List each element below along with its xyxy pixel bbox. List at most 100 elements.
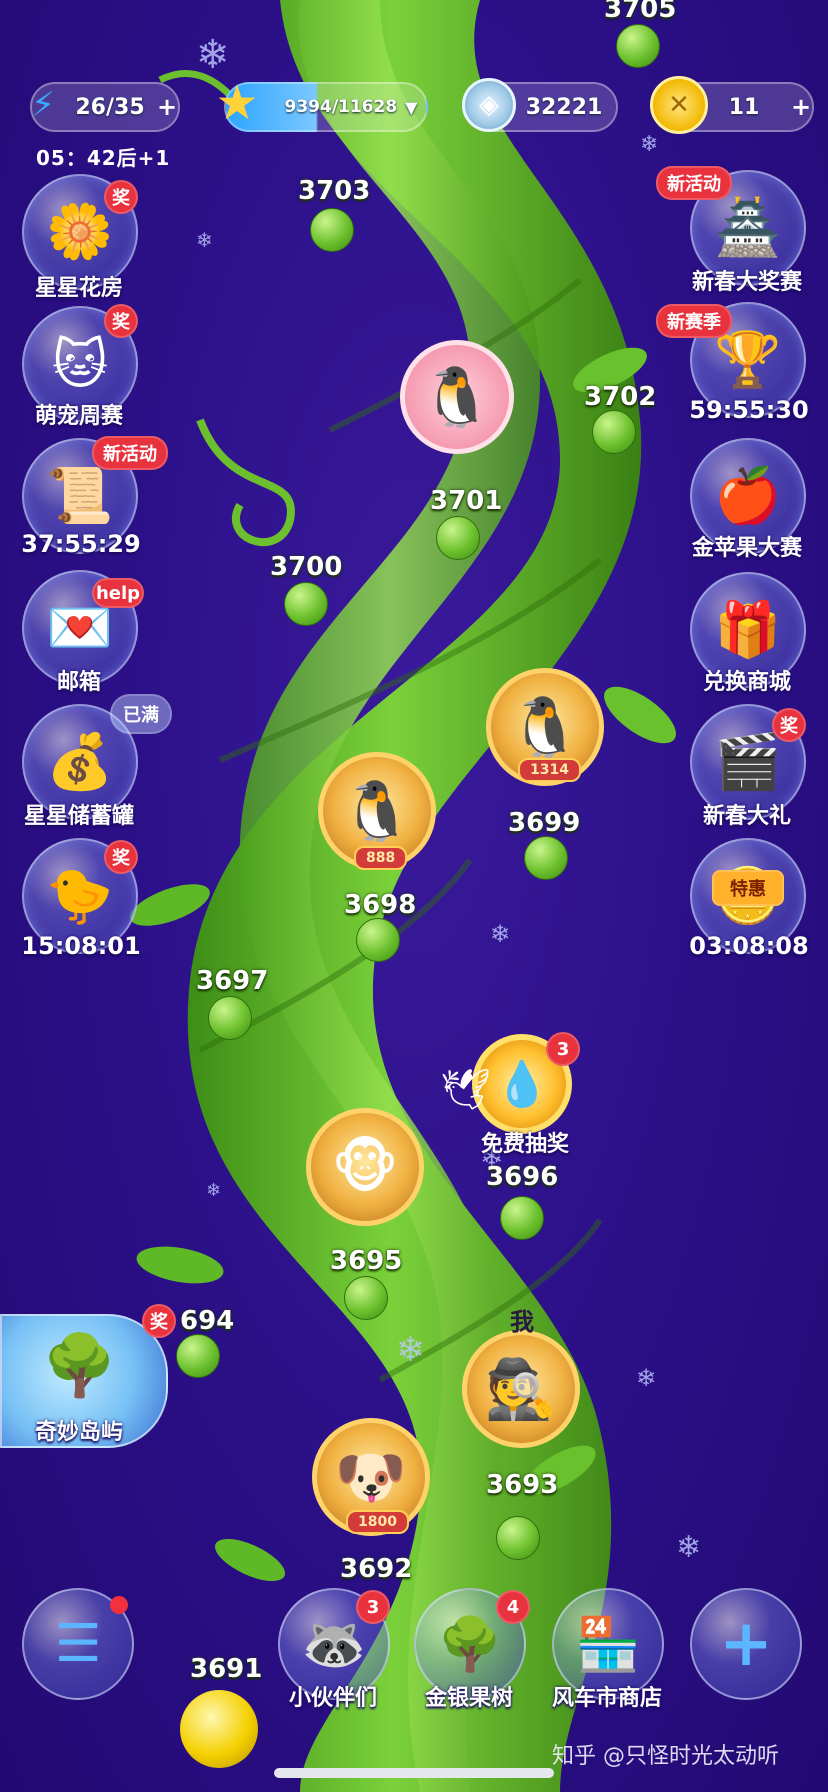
me-marker: 我	[510, 1308, 534, 1336]
coin-icon: ✕	[650, 76, 708, 134]
reward-badge: 奖	[104, 840, 138, 874]
golden-apple-icon: 🍎	[714, 464, 782, 527]
level-label: 3696	[486, 1162, 559, 1192]
level-label: 3699	[508, 808, 581, 838]
level-label: 3705	[604, 0, 677, 24]
level-label: 3700	[270, 552, 343, 582]
level-node[interactable]	[524, 836, 568, 880]
level-node[interactable]	[592, 410, 636, 454]
special-offer-badge: 特惠	[712, 870, 784, 906]
chick-card-timer: 15:08:01	[21, 932, 141, 960]
free-lottery-label: 免费抽奖	[480, 1132, 569, 1157]
level-node[interactable]	[310, 208, 354, 252]
spring-gift-label: 新春大礼	[702, 804, 791, 829]
friends-count-badge: 3	[356, 1590, 390, 1624]
chick-card-icon: 🐤	[46, 864, 114, 927]
new-event-badge: 新活动	[656, 166, 732, 200]
spring-grand-prix-label: 新春大奖赛	[691, 270, 802, 295]
level-label: 3693	[486, 1470, 559, 1500]
reward-badge: 奖	[772, 708, 806, 742]
friend-avatar-image: 🐵	[331, 1133, 399, 1201]
gift-icon: 🎬	[714, 730, 782, 793]
level-label: 3691	[190, 1654, 263, 1684]
scroll-icon: 📜	[46, 464, 114, 527]
stars-value: 9394/11628	[284, 97, 398, 117]
pet-weekly-label: 萌宠周赛	[34, 404, 123, 429]
windmill-shop-icon: 🏪	[575, 1614, 641, 1675]
golden-apple-contest-label: 金苹果大赛	[691, 536, 802, 561]
full-badge: 已满	[110, 694, 172, 734]
reward-badge: 奖	[104, 180, 138, 214]
special-offer-timer: 03:08:08	[689, 932, 809, 960]
level-node[interactable]	[344, 1276, 388, 1320]
reward-badge: 奖	[104, 304, 138, 338]
level-label: 3702	[584, 382, 657, 412]
level-label: 3698	[344, 890, 417, 920]
friend-avatar-image: 🐶	[334, 1442, 408, 1511]
level-node[interactable]	[208, 996, 252, 1040]
my-avatar-image: 🕵	[484, 1354, 558, 1423]
friend-tag: 1314	[518, 758, 581, 782]
level-node[interactable]	[284, 582, 328, 626]
reward-badge: 奖	[142, 1304, 176, 1338]
friend-avatar[interactable]: 🐧	[400, 340, 514, 454]
coins-plus-button[interactable]: +	[788, 93, 814, 121]
my-avatar[interactable]: 🕵	[462, 1330, 580, 1448]
level-node[interactable]	[616, 24, 660, 68]
energy-plus-button[interactable]: +	[154, 93, 180, 121]
tree-island-icon: 🌳	[42, 1331, 117, 1401]
free-lottery-count-badge: 3	[546, 1032, 580, 1066]
palace-icon: 🏯	[714, 196, 782, 259]
mailbox-label: 邮箱	[56, 670, 101, 695]
menu-list-icon: ☰	[54, 1614, 102, 1674]
lightning-icon: ⚡	[31, 85, 55, 125]
windmill-shop-label: 风车市商店	[551, 1686, 662, 1711]
level-node[interactable]	[496, 1516, 540, 1560]
friend-avatar-image: 🐧	[420, 362, 494, 431]
friend-avatar[interactable]: 🐵	[306, 1108, 424, 1226]
energy-value: 26/35	[75, 94, 145, 120]
level-node[interactable]	[356, 918, 400, 962]
trophy-icon: 🏆	[714, 328, 782, 391]
level-label: 3701	[430, 486, 503, 516]
wonder-island-label: 奇妙岛屿	[34, 1420, 123, 1445]
flower-house-icon: 🌼	[46, 200, 114, 263]
friends-label: 小伙伴们	[288, 1686, 377, 1711]
plus-icon: +	[719, 1607, 773, 1681]
energy-timer: 05：42后+1	[36, 146, 171, 170]
coins-value: 11	[728, 94, 760, 120]
gem-icon: ◈	[462, 78, 516, 132]
level-node[interactable]	[176, 1334, 220, 1378]
piggy-bank-icon: 💰	[46, 730, 114, 793]
friends-icon: 🦝	[301, 1614, 367, 1675]
chevron-down-icon[interactable]: ▼	[405, 98, 417, 117]
current-level-node[interactable]	[180, 1690, 258, 1768]
level-node[interactable]	[436, 516, 480, 560]
wing-left-icon: 🕊	[440, 1067, 491, 1113]
level-label: 3703	[298, 176, 371, 206]
star-piggy-bank-label: 星星储蓄罐	[23, 804, 134, 829]
level-label: 694	[180, 1306, 235, 1336]
gems-value: 32221	[525, 94, 603, 120]
level-label: 3692	[340, 1554, 413, 1584]
home-indicator[interactable]	[274, 1768, 554, 1778]
game-map: ❄ ❄ ❄ ❄ ❄ ❄ ❄ ❄ ❄ 26/35 ⚡ + 9394/11628 ▼…	[0, 0, 828, 1792]
star-icon: ★	[215, 75, 259, 131]
spin-wheel-icon: 💧	[494, 1059, 550, 1110]
cat-pet-icon: 🐱	[51, 332, 109, 396]
star-flower-house-label: 星星花房	[34, 276, 123, 301]
level-label: 3697	[196, 966, 269, 996]
new-season-timer: 59:55:30	[689, 396, 809, 424]
add-button[interactable]: +	[690, 1588, 802, 1700]
help-badge: help	[92, 578, 144, 608]
resource-bar: 26/35 ⚡ + 9394/11628 ▼ ★ 32221 ◈ 11 ✕ +	[0, 75, 828, 142]
level-node[interactable]	[500, 1196, 544, 1240]
watermark: 知乎 @只怪时光太动听	[552, 1744, 779, 1769]
friend-tag: 888	[354, 846, 408, 870]
notification-dot	[110, 1596, 128, 1614]
new-season-badge: 新赛季	[656, 304, 732, 338]
friend-avatar-image: 🐧	[508, 692, 582, 761]
exchange-shop-label: 兑换商城	[702, 670, 791, 695]
fruit-tree-label: 金银果树	[424, 1686, 513, 1711]
friend-avatar-image: 🐧	[340, 776, 414, 845]
